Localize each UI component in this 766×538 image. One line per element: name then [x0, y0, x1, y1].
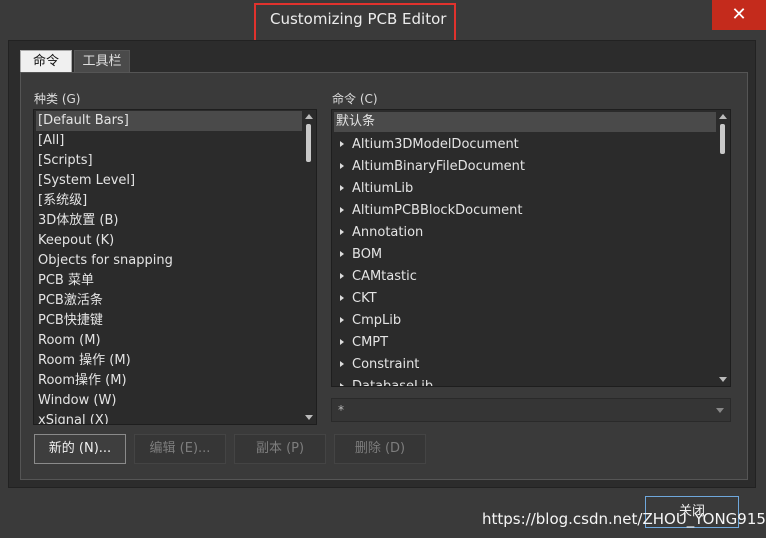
- category-item[interactable]: Room操作 (M): [36, 371, 304, 391]
- command-item[interactable]: AltiumLib: [334, 179, 718, 199]
- category-item[interactable]: Keepout (K): [36, 231, 304, 251]
- expand-icon[interactable]: [340, 317, 344, 323]
- command-item[interactable]: DatabaseLib: [334, 377, 718, 386]
- category-item[interactable]: [Default Bars]: [36, 111, 304, 131]
- expand-icon[interactable]: [340, 273, 344, 279]
- expand-icon[interactable]: [340, 339, 344, 345]
- command-group-header[interactable]: 默认条: [334, 112, 718, 132]
- scroll-down-icon[interactable]: [719, 377, 727, 382]
- scroll-down-icon[interactable]: [305, 415, 313, 420]
- delete-button[interactable]: 删除 (D): [334, 434, 426, 464]
- category-item[interactable]: Objects for snapping: [36, 251, 304, 271]
- tab-commands[interactable]: 命令: [20, 50, 72, 72]
- category-item[interactable]: Room (M): [36, 331, 304, 351]
- category-item[interactable]: [Scripts]: [36, 151, 304, 171]
- chevron-down-icon[interactable]: [716, 408, 724, 413]
- commands-list[interactable]: 默认条 Altium3DModelDocument AltiumBinaryFi…: [331, 109, 731, 387]
- command-item[interactable]: Altium3DModelDocument: [334, 135, 718, 155]
- filter-value: *: [338, 403, 344, 417]
- category-item[interactable]: 3D体放置 (B): [36, 211, 304, 231]
- tab-toolbars[interactable]: 工具栏: [74, 50, 130, 72]
- scroll-thumb[interactable]: [306, 124, 311, 162]
- categories-label: 种类 (G): [34, 92, 81, 106]
- expand-icon[interactable]: [340, 361, 344, 367]
- scroll-up-icon[interactable]: [719, 114, 727, 119]
- new-button[interactable]: 新的 (N)...: [34, 434, 126, 464]
- watermark: https://blog.csdn.net/ZHOU_YONG915: [482, 510, 766, 528]
- expand-icon[interactable]: [340, 383, 344, 386]
- edit-button[interactable]: 编辑 (E)...: [134, 434, 226, 464]
- command-item[interactable]: CKT: [334, 289, 718, 309]
- title-bar: Customizing PCB Editor ✕: [0, 0, 766, 49]
- command-item[interactable]: AltiumBinaryFileDocument: [334, 157, 718, 177]
- command-item[interactable]: BOM: [334, 245, 718, 265]
- expand-icon[interactable]: [340, 251, 344, 257]
- category-item[interactable]: xSignal (X): [36, 411, 304, 424]
- command-item[interactable]: CmpLib: [334, 311, 718, 331]
- scroll-thumb[interactable]: [720, 124, 725, 154]
- category-item[interactable]: PCB快捷键: [36, 311, 304, 331]
- scroll-up-icon[interactable]: [305, 114, 313, 119]
- expand-icon[interactable]: [340, 295, 344, 301]
- categories-scrollbar[interactable]: [302, 110, 316, 424]
- category-item[interactable]: Room 操作 (M): [36, 351, 304, 371]
- commands-label: 命令 (C): [332, 92, 378, 106]
- command-item[interactable]: AltiumPCBBlockDocument: [334, 201, 718, 221]
- categories-list[interactable]: [Default Bars] [All] [Scripts] [System L…: [33, 109, 317, 425]
- expand-icon[interactable]: [340, 163, 344, 169]
- copy-button[interactable]: 副本 (P): [234, 434, 326, 464]
- expand-icon[interactable]: [340, 207, 344, 213]
- category-item[interactable]: [System Level]: [36, 171, 304, 191]
- expand-icon[interactable]: [340, 141, 344, 147]
- commands-scrollbar[interactable]: [716, 110, 730, 386]
- command-item[interactable]: Constraint: [334, 355, 718, 375]
- expand-icon[interactable]: [340, 185, 344, 191]
- category-item[interactable]: PCB 菜单: [36, 271, 304, 291]
- command-item[interactable]: Annotation: [334, 223, 718, 243]
- category-item[interactable]: PCB激活条: [36, 291, 304, 311]
- command-filter-combo[interactable]: *: [331, 398, 731, 422]
- command-item[interactable]: CAMtastic: [334, 267, 718, 287]
- close-icon[interactable]: ✕: [712, 0, 766, 30]
- command-item[interactable]: CMPT: [334, 333, 718, 353]
- category-item[interactable]: [All]: [36, 131, 304, 151]
- expand-icon[interactable]: [340, 229, 344, 235]
- category-item[interactable]: Window (W): [36, 391, 304, 411]
- category-item[interactable]: [系统级]: [36, 191, 304, 211]
